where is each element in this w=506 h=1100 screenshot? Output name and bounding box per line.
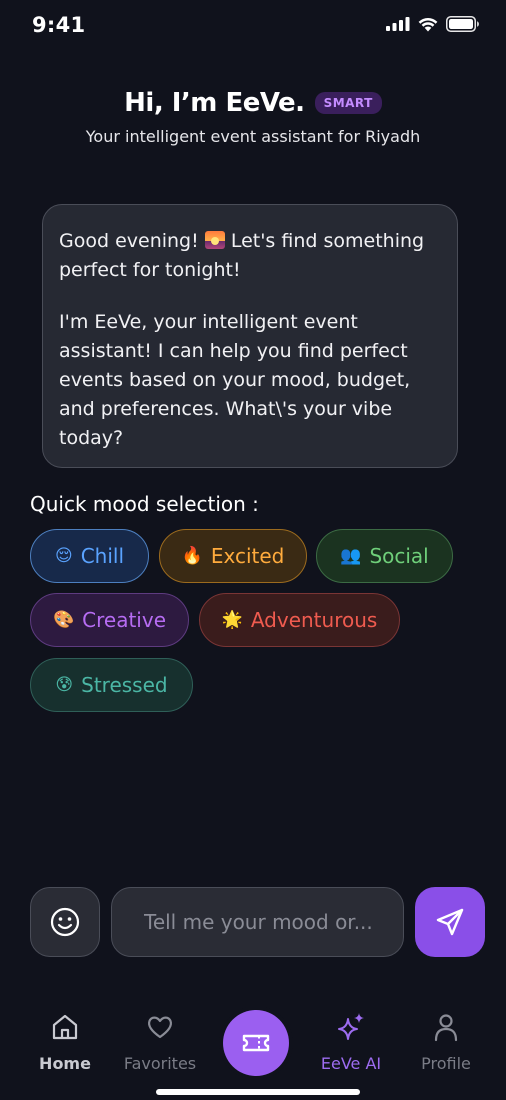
tab-label: Profile	[421, 1054, 471, 1073]
palette-icon: 🎨	[52, 609, 75, 630]
message-input[interactable]	[111, 887, 404, 957]
mood-chip-creative[interactable]: 🎨 Creative	[30, 593, 189, 647]
tab-label: EeVe AI	[320, 1054, 382, 1073]
mood-chip-label: Chill	[80, 544, 125, 568]
relieved-face-icon: 😌	[54, 545, 73, 566]
status-bar: 9:41	[0, 0, 506, 54]
intro-text: I'm EeVe, your intelligent event assista…	[59, 311, 411, 449]
smiley-icon	[50, 907, 80, 937]
person-icon	[434, 1014, 458, 1042]
sparkles-icon	[338, 1013, 364, 1040]
page-subtitle: Your intelligent event assistant for Riy…	[85, 127, 421, 146]
mood-chip-label: Stressed	[81, 673, 168, 697]
mood-chip-stressed[interactable]: 😰 Stressed	[30, 658, 193, 712]
mood-chip-label: Social	[369, 544, 429, 568]
heart-icon	[148, 1016, 172, 1039]
assistant-message-bubble: Good evening! Let's find something perfe…	[42, 204, 458, 468]
tab-profile[interactable]: Profile	[398, 1010, 494, 1073]
emoji-picker-button[interactable]	[30, 887, 100, 957]
tab-label: Home	[39, 1054, 91, 1073]
mood-chip-label: Creative	[82, 608, 167, 632]
mood-chip-adventurous[interactable]: 🌟 Adventurous	[199, 593, 400, 647]
mood-chip-excited[interactable]: 🔥 Excited	[159, 529, 307, 583]
mood-chip-label: Adventurous	[250, 608, 378, 632]
cellular-signal-icon	[386, 17, 410, 31]
tab-eeve-ai[interactable]: EeVe AI	[303, 1010, 399, 1073]
home-icon	[52, 1014, 78, 1040]
status-icons	[386, 16, 480, 32]
star-icon: 🌟	[221, 609, 243, 630]
home-indicator	[156, 1089, 360, 1095]
people-icon: 👥	[340, 545, 362, 566]
wifi-icon	[418, 17, 438, 31]
page-title: Hi, I’m EeVe.	[124, 88, 305, 118]
quick-mood-label: Quick mood selection :	[30, 492, 259, 516]
mood-chip-chill[interactable]: 😌 Chill	[30, 529, 149, 583]
fire-icon: 🔥	[181, 545, 203, 566]
sunset-emoji-icon	[204, 231, 225, 249]
tab-home[interactable]: Home	[17, 1010, 113, 1073]
mood-chip-social[interactable]: 👥 Social	[316, 529, 453, 583]
status-time: 9:41	[32, 13, 86, 37]
tab-tickets-center-button[interactable]	[223, 1010, 289, 1076]
eeve-ai-screen: 9:41 Hi, I’m EeVe. SMART Your intelligen…	[0, 0, 506, 1100]
send-icon	[436, 908, 464, 936]
mood-chip-label: Excited	[210, 544, 285, 568]
send-button[interactable]	[415, 887, 485, 957]
tab-label: Favorites	[123, 1054, 197, 1073]
header: Hi, I’m EeVe. SMART	[0, 88, 506, 118]
ticket-icon	[242, 1034, 270, 1052]
smart-badge: SMART	[314, 92, 382, 114]
battery-icon	[446, 16, 479, 32]
greeting-text: Good evening! Let's find something perfe…	[59, 230, 425, 281]
anxious-face-icon: 😰	[55, 674, 74, 695]
tab-favorites[interactable]: Favorites	[112, 1010, 208, 1073]
